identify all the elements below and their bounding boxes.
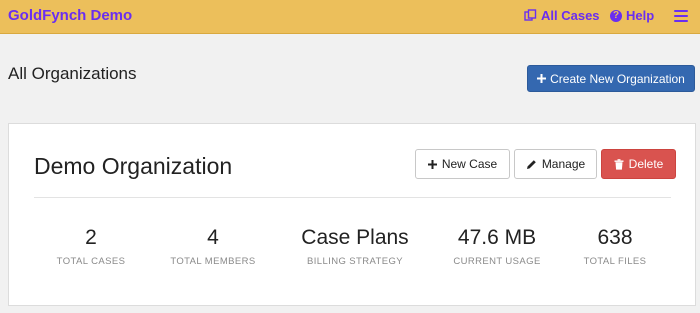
delete-label: Delete bbox=[628, 157, 664, 171]
manage-button[interactable]: Manage bbox=[514, 149, 597, 179]
stat-total-members: 4 TOTAL MEMBERS bbox=[148, 226, 278, 267]
help-icon: ? bbox=[610, 9, 622, 22]
page-title: All Organizations bbox=[8, 64, 137, 83]
stat-billing-strategy: Case Plans BILLING STRATEGY bbox=[290, 226, 420, 267]
nav-help-link[interactable]: ? Help bbox=[610, 8, 654, 23]
hamburger-icon[interactable] bbox=[674, 7, 688, 23]
stat-value: 47.6 MB bbox=[457, 226, 537, 249]
new-case-label: New Case bbox=[441, 157, 498, 171]
brand-link[interactable]: GoldFynch Demo bbox=[8, 7, 132, 24]
organization-name: Demo Organization bbox=[34, 153, 233, 179]
create-organization-button[interactable]: Create New Organization bbox=[527, 65, 695, 92]
pencil-icon bbox=[526, 159, 537, 170]
stat-value: Case Plans bbox=[301, 226, 409, 249]
stat-label: TOTAL MEMBERS bbox=[170, 256, 256, 267]
plus-icon bbox=[427, 159, 437, 169]
plus-icon bbox=[537, 74, 547, 83]
stat-label: TOTAL CASES bbox=[56, 256, 126, 267]
stat-total-files: 638 TOTAL FILES bbox=[550, 226, 680, 267]
stat-value: 4 bbox=[207, 226, 219, 249]
stat-value: 2 bbox=[85, 226, 97, 249]
nav-all-cases-link[interactable]: All Cases bbox=[524, 8, 600, 23]
organization-card: Demo Organization New Case Manage Delete bbox=[8, 123, 696, 306]
stat-total-cases: 2 TOTAL CASES bbox=[26, 226, 156, 267]
stat-value: 638 bbox=[597, 226, 633, 249]
help-label: Help bbox=[626, 8, 655, 23]
card-divider bbox=[34, 197, 671, 198]
stat-label: TOTAL FILES bbox=[583, 256, 647, 267]
delete-button[interactable]: Delete bbox=[601, 149, 676, 179]
stat-current-usage: 47.6 MB CURRENT USAGE bbox=[432, 226, 562, 267]
top-navbar: GoldFynch Demo All Cases ? Help bbox=[0, 0, 700, 34]
new-case-button[interactable]: New Case bbox=[415, 149, 510, 179]
copy-icon bbox=[524, 9, 537, 22]
manage-label: Manage bbox=[541, 157, 586, 171]
stat-label: CURRENT USAGE bbox=[453, 256, 541, 267]
all-cases-label: All Cases bbox=[541, 8, 600, 23]
trash-icon bbox=[614, 158, 624, 170]
stat-label: BILLING STRATEGY bbox=[307, 256, 403, 267]
create-organization-label: Create New Organization bbox=[550, 71, 685, 86]
